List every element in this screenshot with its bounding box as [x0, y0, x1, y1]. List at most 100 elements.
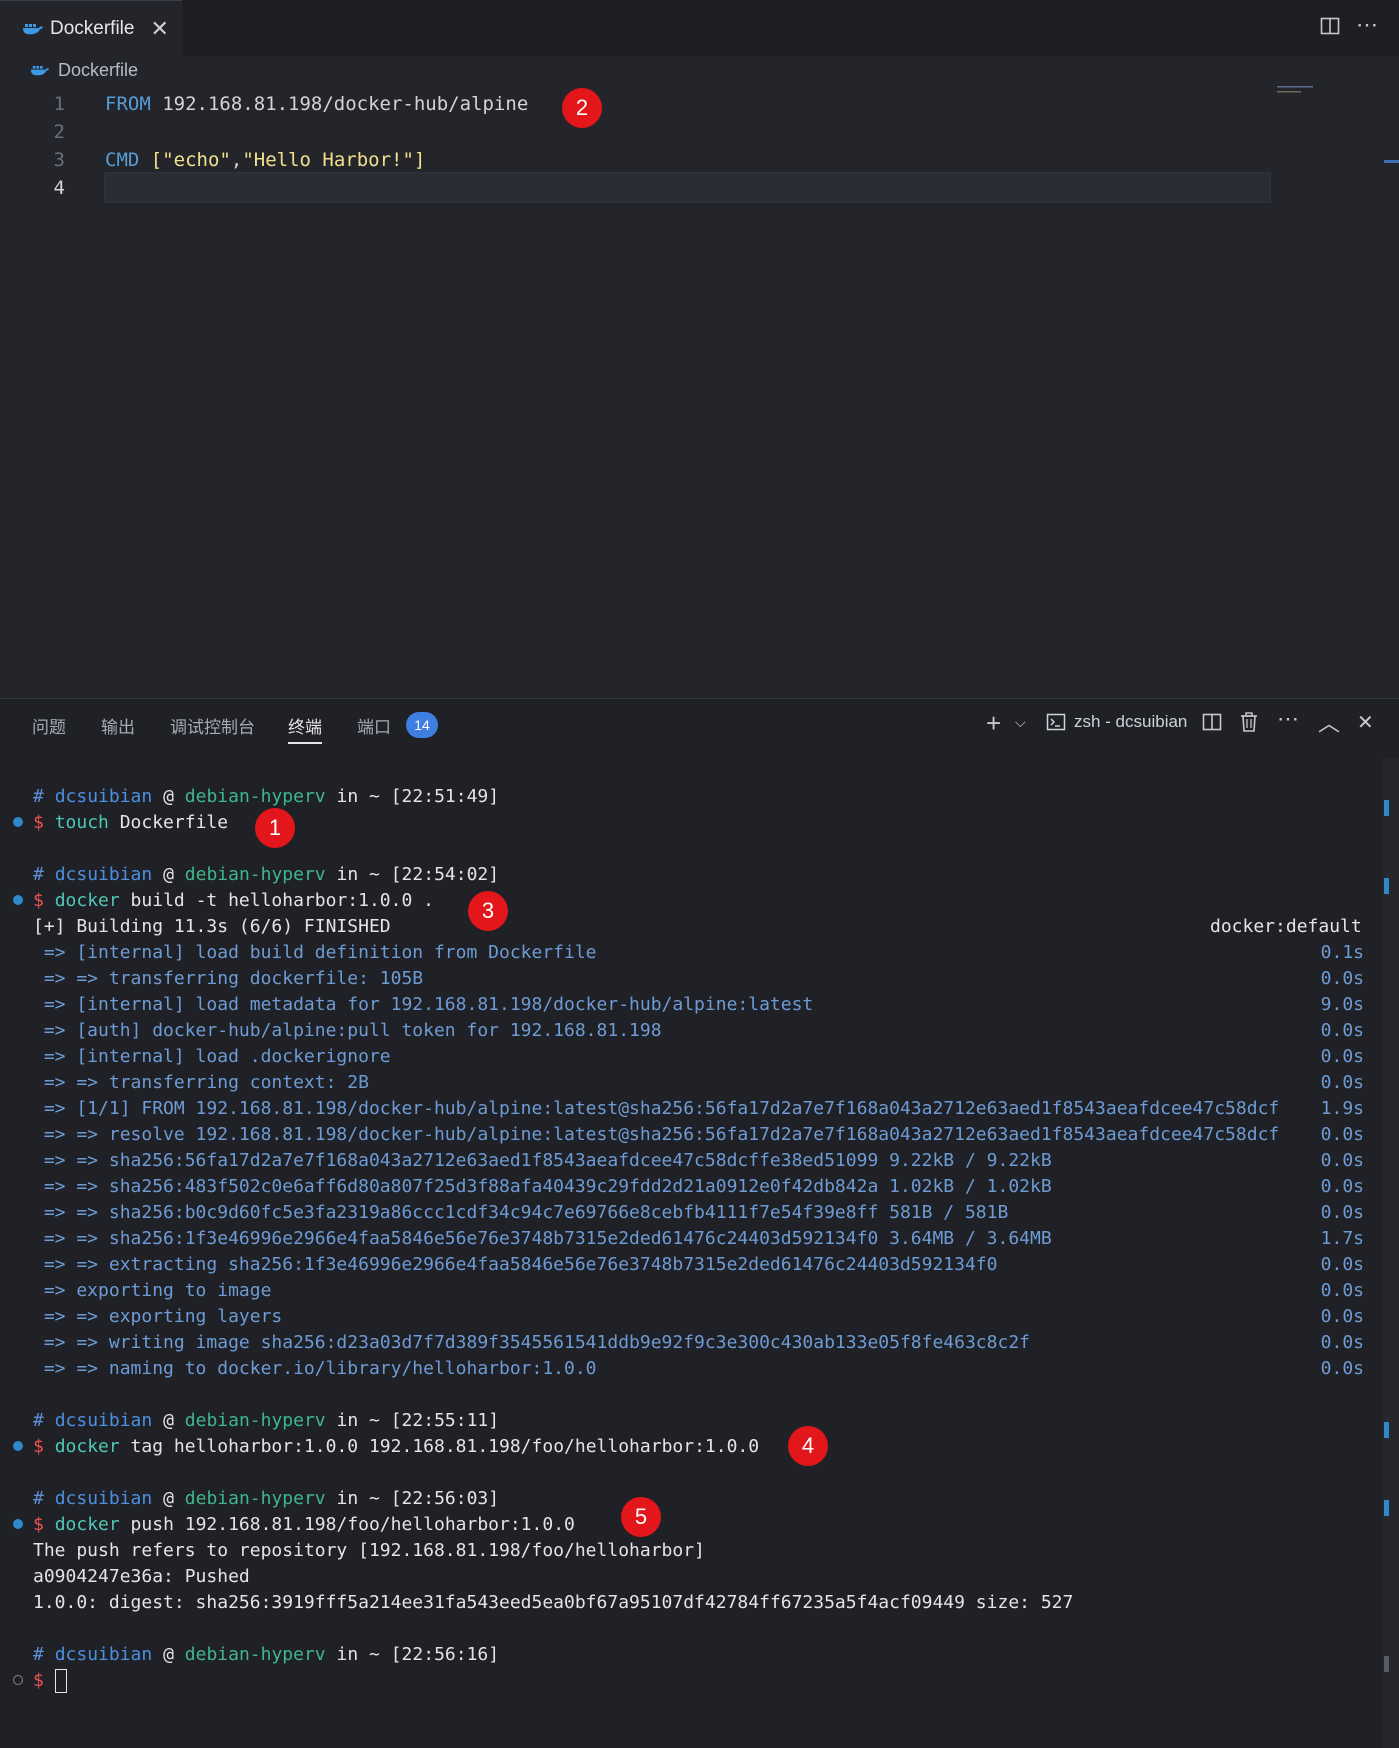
- output-line: 1.0.0: digest: sha256:3919fff5a214ee31fa…: [33, 1592, 1074, 1613]
- terminal-icon: [1046, 713, 1066, 731]
- output-line: The push refers to repository [192.168.8…: [33, 1540, 705, 1561]
- output-line: a0904247e36a: Pushed: [33, 1566, 250, 1587]
- build-step-line: => => sha256:b0c9d60fc5e3fa2319a86ccc1cd…: [33, 1202, 1009, 1223]
- build-step-time: 0.0s: [1320, 1358, 1364, 1379]
- code-line-4: 4: [0, 174, 1399, 202]
- build-step-time: 0.0s: [1320, 1202, 1364, 1223]
- breadcrumb[interactable]: Dockerfile: [30, 60, 138, 81]
- build-step-line: => => sha256:483f502c0e6aff6d80a807f25d3…: [33, 1176, 1052, 1197]
- code-line-2: 2: [0, 118, 1399, 146]
- close-tab-icon[interactable]: ✕: [150, 16, 168, 42]
- string-literal: "echo": [162, 149, 231, 171]
- editor-scrollbar[interactable]: [1384, 160, 1399, 163]
- tab-title: Dockerfile: [50, 18, 135, 39]
- new-terminal-icon[interactable]: +: [986, 708, 1001, 739]
- build-step-line: => => transferring context: 2B: [33, 1072, 369, 1093]
- command-status-dot[interactable]: [13, 1441, 23, 1451]
- split-editor-icon[interactable]: [1320, 16, 1340, 42]
- build-step-time: 0.0s: [1320, 1280, 1364, 1301]
- maximize-panel-icon[interactable]: ︿: [1318, 706, 1340, 738]
- code-line-3: 3 CMD ["echo","Hello Harbor!"]: [0, 146, 1399, 174]
- tab-problems[interactable]: 问题: [32, 713, 66, 738]
- tab-output[interactable]: 输出: [101, 713, 135, 738]
- trash-icon[interactable]: [1240, 712, 1258, 738]
- prompt-line: # dcsuibian @ debian-hyperv in ~ [22:55:…: [33, 1410, 500, 1431]
- line-number: 1: [53, 93, 65, 115]
- string-literal: "Hello Harbor!": [242, 149, 414, 171]
- code-line-1: 1 FROM 192.168.81.198/docker-hub/alpine: [0, 90, 1399, 118]
- scrollbar-mark: [1384, 1422, 1389, 1438]
- prompt-line: # dcsuibian @ debian-hyperv in ~ [22:56:…: [33, 1644, 500, 1665]
- scrollbar-mark: [1384, 800, 1389, 816]
- annotation-marker: 3: [468, 891, 508, 931]
- keyword: CMD: [105, 149, 140, 171]
- tab-ports[interactable]: 端口: [357, 713, 391, 738]
- chevron-down-icon[interactable]: ⌵: [1015, 714, 1026, 731]
- build-step-line: => => resolve 192.168.81.198/docker-hub/…: [33, 1124, 1280, 1145]
- command-status-dot[interactable]: [13, 1675, 23, 1685]
- command-status-dot[interactable]: [13, 895, 23, 905]
- more-actions-icon[interactable]: ⋯: [1277, 706, 1299, 732]
- build-step-time: 0.0s: [1320, 1124, 1364, 1145]
- build-step-line: => [auth] docker-hub/alpine:pull token f…: [33, 1020, 662, 1041]
- build-step-line: => => sha256:56fa17d2a7e7f168a043a2712e6…: [33, 1150, 1052, 1171]
- build-step-time: 9.0s: [1320, 994, 1364, 1015]
- command-line[interactable]: $: [33, 1669, 67, 1693]
- more-actions-icon[interactable]: ⋯: [1356, 12, 1378, 38]
- tab-debug-console[interactable]: 调试控制台: [170, 713, 255, 738]
- build-step-line: => [1/1] FROM 192.168.81.198/docker-hub/…: [33, 1098, 1280, 1119]
- build-step-time: 0.0s: [1320, 1072, 1364, 1093]
- scrollbar-mark: [1384, 1500, 1389, 1516]
- scrollbar-mark: [1384, 878, 1389, 894]
- editor-tab-bar: Dockerfile ✕ ⋯: [0, 0, 1399, 57]
- editor-area: Dockerfile ✕ ⋯ Dockerfile 1 FROM 192.168…: [0, 0, 1399, 698]
- breadcrumb-file: Dockerfile: [58, 60, 139, 80]
- build-step-time: 0.0s: [1320, 1020, 1364, 1041]
- keyword: FROM: [105, 93, 151, 115]
- close-panel-icon[interactable]: ✕: [1357, 710, 1374, 735]
- build-step-time: 0.0s: [1320, 1306, 1364, 1327]
- scrollbar-mark: [1384, 1656, 1389, 1672]
- build-step-line: => => writing image sha256:d23a03d7f7d38…: [33, 1332, 1030, 1353]
- ports-count-badge: 14: [406, 712, 438, 738]
- build-step-time: 1.9s: [1320, 1098, 1364, 1119]
- annotation-marker: 1: [255, 808, 295, 848]
- command-line: $ docker build -t helloharbor:1.0.0 .: [33, 890, 434, 911]
- command-status-dot[interactable]: [13, 817, 23, 827]
- build-step-line: => [internal] load build definition from…: [33, 942, 597, 963]
- build-step-time: 0.0s: [1320, 1254, 1364, 1275]
- build-step-line: => => exporting layers: [33, 1306, 283, 1327]
- command-line: $ docker push 192.168.81.198/foo/helloha…: [33, 1514, 575, 1535]
- code-text: [: [139, 149, 163, 171]
- build-step-time: 1.7s: [1320, 1228, 1364, 1249]
- build-step-time: 0.0s: [1320, 1046, 1364, 1067]
- annotation-marker: 2: [562, 88, 602, 128]
- code-text: 192.168.81.198/docker-hub/alpine: [150, 93, 529, 115]
- build-step-time: 0.0s: [1320, 968, 1364, 989]
- build-step-line: => => extracting sha256:1f3e46996e2966e4…: [33, 1254, 998, 1275]
- annotation-marker: 4: [788, 1426, 828, 1466]
- terminal-scrollbar[interactable]: [1382, 758, 1399, 1748]
- build-step-time: 0.0s: [1320, 1150, 1364, 1171]
- build-step-line: => [internal] load .dockerignore: [33, 1046, 391, 1067]
- annotation-marker: 5: [621, 1497, 661, 1537]
- command-line: $ touch Dockerfile: [33, 812, 229, 833]
- line-number: 3: [53, 149, 65, 171]
- build-step-line: => [internal] load metadata for 192.168.…: [33, 994, 814, 1015]
- tab-terminal[interactable]: 终端: [288, 713, 322, 744]
- docker-file-icon: [30, 65, 50, 76]
- terminal-shell-selector[interactable]: zsh - dcsuibian: [1046, 712, 1187, 732]
- build-step-line: => exporting to image: [33, 1280, 272, 1301]
- builder-name: docker:default: [1210, 916, 1362, 937]
- line-number: 2: [53, 121, 65, 143]
- code-text: ]: [413, 149, 426, 171]
- command-line: $ docker tag helloharbor:1.0.0 192.168.8…: [33, 1436, 760, 1457]
- split-terminal-icon[interactable]: [1202, 712, 1222, 738]
- minimap[interactable]: [1277, 86, 1317, 94]
- command-status-dot[interactable]: [13, 1519, 23, 1529]
- tab-dockerfile[interactable]: Dockerfile ✕: [0, 0, 182, 57]
- build-step-time: 0.0s: [1320, 1176, 1364, 1197]
- build-step-line: => => transferring dockerfile: 105B: [33, 968, 424, 989]
- line-number: 4: [53, 177, 65, 199]
- build-step-line: => => naming to docker.io/library/helloh…: [33, 1358, 597, 1379]
